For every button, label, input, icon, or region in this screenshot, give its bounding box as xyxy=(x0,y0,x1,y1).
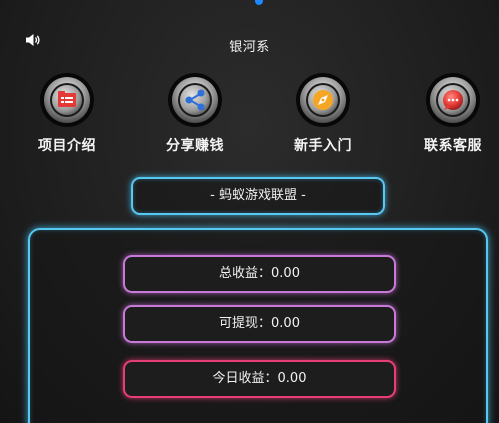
today-earnings-box: 今日收益：0.00 xyxy=(123,360,396,398)
withdrawable-box[interactable]: 可提现：0.00 xyxy=(123,305,396,343)
nav-item-share-earn[interactable]: 分享赚钱 xyxy=(147,72,243,155)
nav-label-project-intro: 项目介绍 xyxy=(38,138,96,154)
alliance-banner[interactable]: - 蚂蚁游戏联盟 - xyxy=(131,177,385,215)
folder-list-icon xyxy=(40,73,94,127)
chat-bubble-icon xyxy=(426,73,480,127)
page-indicator-dot xyxy=(255,0,263,5)
nav-label-beginner-guide: 新手入门 xyxy=(294,138,352,154)
compass-icon xyxy=(296,73,350,127)
nav-item-beginner-guide[interactable]: 新手入门 xyxy=(275,72,371,155)
earnings-panel: 总收益：0.00 可提现：0.00 今日收益：0.00 xyxy=(28,228,488,423)
app-title: 银河系 xyxy=(229,40,270,55)
nav-item-contact-support[interactable]: 联系客服 xyxy=(405,72,499,155)
share-icon xyxy=(168,73,222,127)
nav-item-project-intro[interactable]: 项目介绍 xyxy=(19,72,115,155)
nav-label-contact-support: 联系客服 xyxy=(424,138,482,154)
total-earnings-box: 总收益：0.00 xyxy=(123,255,396,293)
nav-label-share-earn: 分享赚钱 xyxy=(166,138,224,154)
